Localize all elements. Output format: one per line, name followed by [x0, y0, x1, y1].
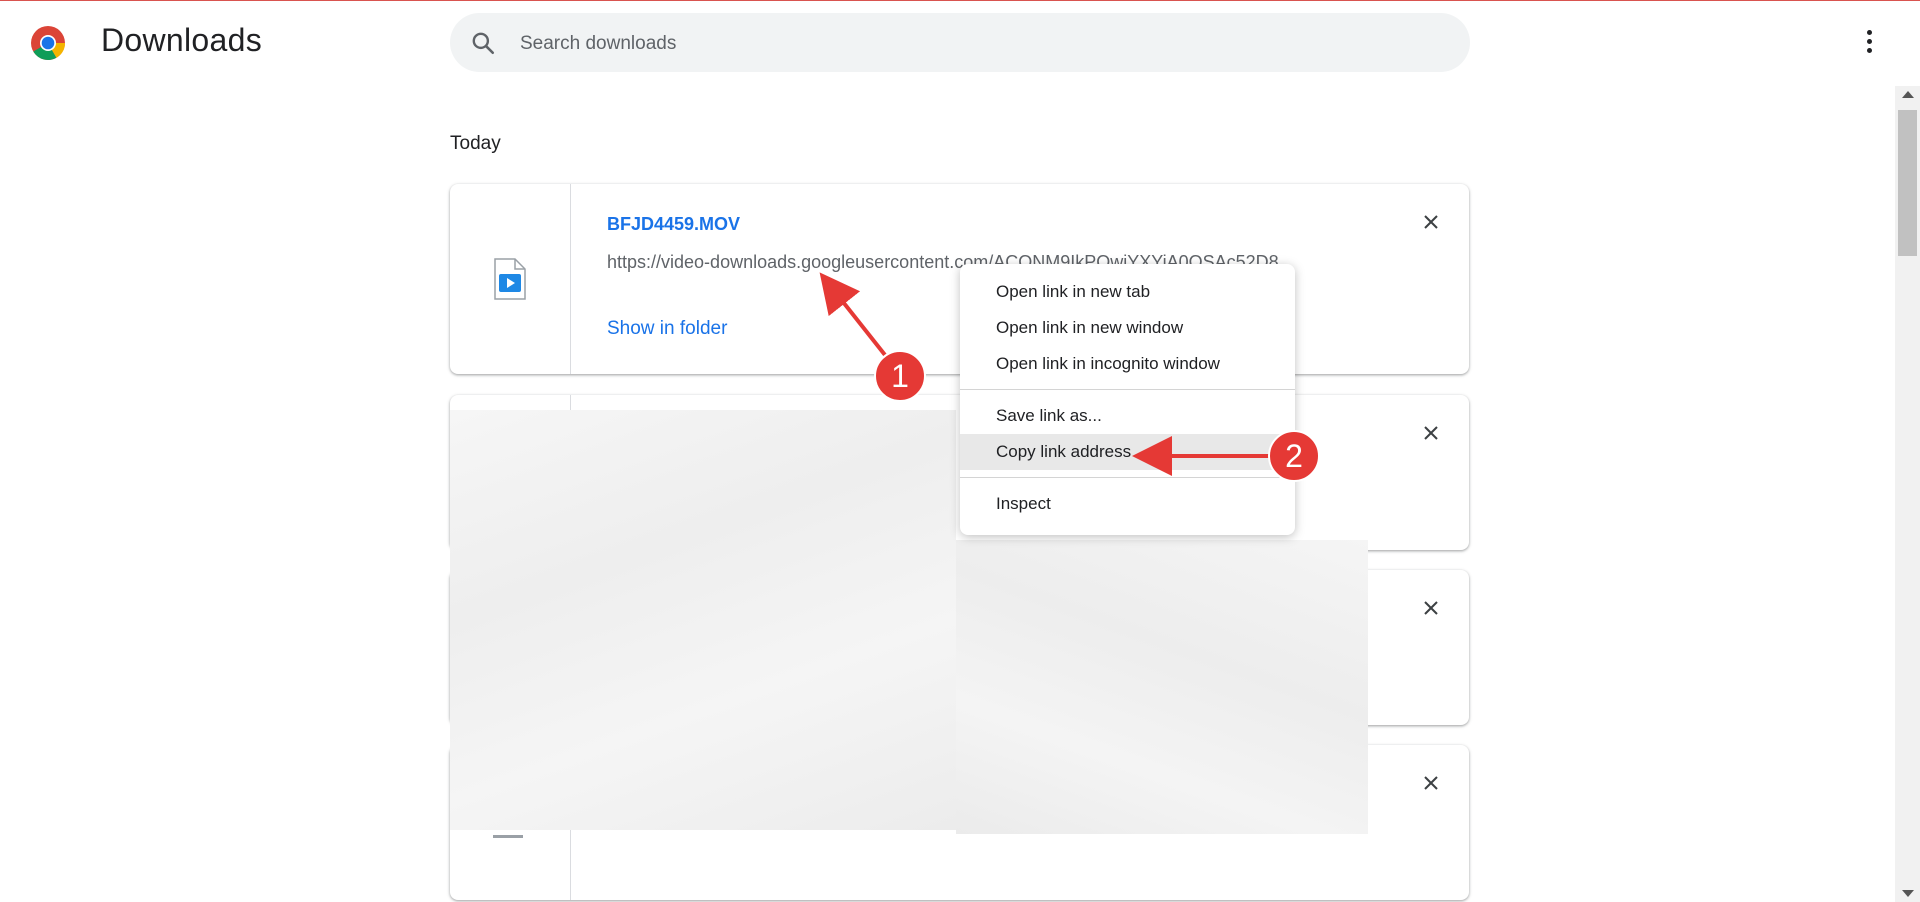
- close-icon[interactable]: [1419, 210, 1443, 234]
- menu-item-copy-link-address[interactable]: Copy link address: [960, 434, 1295, 470]
- more-vert-icon[interactable]: [1854, 26, 1884, 62]
- section-label-today: Today: [450, 133, 501, 154]
- close-icon[interactable]: [1419, 421, 1443, 445]
- video-file-icon: [494, 258, 526, 300]
- file-name-link[interactable]: BFJD4459.MOV: [607, 214, 740, 235]
- menu-item-inspect[interactable]: Inspect: [960, 486, 1295, 522]
- menu-separator: [960, 477, 1295, 478]
- redacted-region: [450, 410, 956, 830]
- page-title: Downloads: [101, 22, 263, 58]
- close-icon[interactable]: [1419, 771, 1443, 795]
- menu-separator: [960, 389, 1295, 390]
- menu-item-open-incognito[interactable]: Open link in incognito window: [960, 346, 1295, 382]
- scroll-down-arrow-icon[interactable]: [1902, 890, 1914, 897]
- menu-item-open-new-window[interactable]: Open link in new window: [960, 310, 1295, 346]
- scrollbar-thumb[interactable]: [1898, 110, 1917, 256]
- close-icon[interactable]: [1419, 596, 1443, 620]
- scroll-up-arrow-icon[interactable]: [1902, 91, 1914, 98]
- search-bar[interactable]: [450, 13, 1470, 74]
- search-icon: [472, 32, 495, 55]
- scrollbar[interactable]: [1895, 86, 1920, 902]
- page-header: Downloads: [0, 0, 1920, 86]
- menu-item-open-new-tab[interactable]: Open link in new tab: [960, 274, 1295, 310]
- chrome-logo-icon: [31, 26, 65, 60]
- show-in-folder-link[interactable]: Show in folder: [607, 318, 727, 340]
- search-input[interactable]: [518, 13, 1422, 74]
- redacted-region: [956, 540, 1368, 834]
- menu-item-save-link-as[interactable]: Save link as...: [960, 398, 1295, 434]
- context-menu: Open link in new tab Open link in new wi…: [960, 264, 1295, 535]
- file-icon-column: [450, 184, 571, 374]
